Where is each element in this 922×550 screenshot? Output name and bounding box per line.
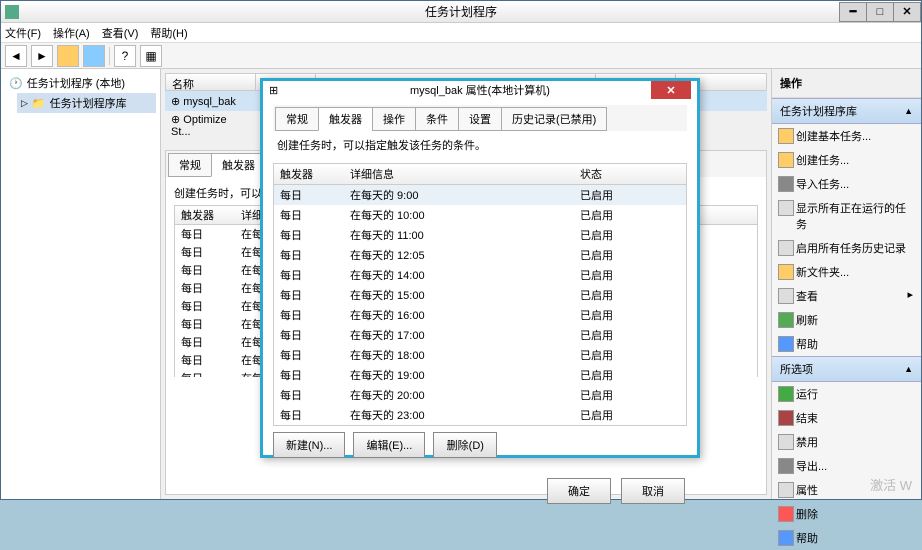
action-item[interactable]: 结束 xyxy=(772,406,921,430)
col-name[interactable]: 名称 xyxy=(166,74,256,90)
action-item[interactable]: 运行 xyxy=(772,382,921,406)
ok-button[interactable]: 确定 xyxy=(547,478,611,504)
properties-dialog: ⊞ mysql_bak 属性(本地计算机) ✕ 常规触发器操作条件设置历史记录(… xyxy=(260,78,700,458)
toolbar: ◄ ► ? ▦ xyxy=(1,43,921,69)
trigger-table: 触发器 详细信息 状态 每日在每天的 9:00已启用每日在每天的 10:00已启… xyxy=(273,163,687,426)
action-item[interactable]: 启用所有任务历史记录 xyxy=(772,236,921,260)
back-button[interactable]: ◄ xyxy=(5,45,27,67)
dialog-icon: ⊞ xyxy=(269,84,278,97)
dialog-tab[interactable]: 触发器 xyxy=(318,107,373,131)
tool-button-2[interactable] xyxy=(83,45,105,67)
dialog-tabs: 常规触发器操作条件设置历史记录(已禁用) xyxy=(273,105,687,131)
action-item[interactable]: 创建任务... xyxy=(772,148,921,172)
folder-icon: 📁 xyxy=(32,97,46,110)
minimize-button[interactable]: ━ xyxy=(839,2,867,22)
action-item[interactable]: 导入任务... xyxy=(772,172,921,196)
th-detail[interactable]: 详细信息 xyxy=(344,164,574,184)
actions-section-selected[interactable]: 所选项 ▲ xyxy=(772,356,921,382)
tree-library[interactable]: ▷ 📁 任务计划程序库 xyxy=(17,93,156,113)
tool-button-4[interactable]: ▦ xyxy=(140,45,162,67)
dialog-tab[interactable]: 历史记录(已禁用) xyxy=(501,107,607,131)
detail-tab[interactable]: 触发器 xyxy=(211,153,266,177)
edit-button[interactable]: 编辑(E)... xyxy=(353,432,425,458)
dialog-titlebar: ⊞ mysql_bak 属性(本地计算机) ✕ xyxy=(263,81,697,99)
close-button[interactable]: ✕ xyxy=(893,2,921,22)
menu-action[interactable]: 操作(A) xyxy=(53,25,90,41)
delete-button[interactable]: 删除(D) xyxy=(433,432,497,458)
trigger-row[interactable]: 每日在每天的 17:00已启用 xyxy=(274,325,686,345)
trigger-row[interactable]: 每日在每天的 19:00已启用 xyxy=(274,365,686,385)
new-button[interactable]: 新建(N)... xyxy=(273,432,345,458)
bh-trigger[interactable]: 触发器 xyxy=(175,206,235,224)
action-item[interactable]: 禁用 xyxy=(772,430,921,454)
collapse-icon: ▲ xyxy=(904,106,913,116)
dialog-close-button[interactable]: ✕ xyxy=(651,81,691,99)
trigger-row[interactable]: 每日在每天的 15:00已启用 xyxy=(274,285,686,305)
maximize-button[interactable]: □ xyxy=(866,2,894,22)
action-item[interactable]: 创建基本任务... xyxy=(772,124,921,148)
window-title: 任务计划程序 xyxy=(425,3,497,20)
trigger-row[interactable]: 每日在每天的 14:00已启用 xyxy=(274,265,686,285)
trigger-row[interactable]: 每日在每天的 10:00已启用 xyxy=(274,205,686,225)
trigger-row[interactable]: 每日在每天的 18:00已启用 xyxy=(274,345,686,365)
menu-help[interactable]: 帮助(H) xyxy=(150,25,187,41)
action-item[interactable]: 帮助 xyxy=(772,332,921,356)
tree-root[interactable]: 🕐 任务计划程序 (本地) xyxy=(5,73,156,93)
action-item[interactable]: 帮助 xyxy=(772,526,921,550)
action-item[interactable]: 新文件夹... xyxy=(772,260,921,284)
action-item[interactable]: 查看 ▸ xyxy=(772,284,921,308)
trigger-row[interactable]: 每日在每天的 16:00已启用 xyxy=(274,305,686,325)
actions-header: 操作 xyxy=(772,69,921,98)
trigger-row[interactable]: 每日在每天的 20:00已启用 xyxy=(274,385,686,405)
app-icon xyxy=(5,5,19,19)
tool-button-1[interactable] xyxy=(57,45,79,67)
tree-panel: 🕐 任务计划程序 (本地) ▷ 📁 任务计划程序库 xyxy=(1,69,161,499)
dialog-tab[interactable]: 条件 xyxy=(415,107,459,131)
clock-icon: 🕐 xyxy=(9,77,23,90)
trigger-row[interactable]: 每日在每天的 23:00已启用 xyxy=(274,405,686,425)
trigger-row[interactable]: 每日在每天的 12:05已启用 xyxy=(274,245,686,265)
tool-button-3[interactable]: ? xyxy=(114,45,136,67)
action-item[interactable]: 显示所有正在运行的任务 xyxy=(772,196,921,236)
watermark: 激活 W xyxy=(870,475,912,494)
trigger-row[interactable]: 每日在每天的 11:00已启用 xyxy=(274,225,686,245)
menubar: 文件(F) 操作(A) 查看(V) 帮助(H) xyxy=(1,23,921,43)
th-trigger[interactable]: 触发器 xyxy=(274,164,344,184)
detail-tab[interactable]: 常规 xyxy=(168,153,212,177)
actions-section-library[interactable]: 任务计划程序库 ▲ xyxy=(772,98,921,124)
forward-button[interactable]: ► xyxy=(31,45,53,67)
cancel-button[interactable]: 取消 xyxy=(621,478,685,504)
menu-view[interactable]: 查看(V) xyxy=(102,25,139,41)
action-item[interactable]: 刷新 xyxy=(772,308,921,332)
dialog-desc: 创建任务时，可以指定触发该任务的条件。 xyxy=(273,131,687,163)
th-status[interactable]: 状态 xyxy=(574,164,654,184)
dialog-tab[interactable]: 设置 xyxy=(458,107,502,131)
actions-panel: 操作 任务计划程序库 ▲ 创建基本任务...创建任务...导入任务...显示所有… xyxy=(771,69,921,499)
dialog-title: mysql_bak 属性(本地计算机) xyxy=(410,82,550,98)
expand-icon: ▷ xyxy=(21,98,28,109)
dialog-tab[interactable]: 常规 xyxy=(275,107,319,131)
titlebar: 任务计划程序 ━ □ ✕ xyxy=(1,1,921,23)
trigger-row[interactable]: 每日在每天的 9:00已启用 xyxy=(274,185,686,205)
dialog-tab[interactable]: 操作 xyxy=(372,107,416,131)
action-item[interactable]: 删除 xyxy=(772,502,921,526)
collapse-icon: ▲ xyxy=(904,364,913,374)
menu-file[interactable]: 文件(F) xyxy=(5,25,41,41)
